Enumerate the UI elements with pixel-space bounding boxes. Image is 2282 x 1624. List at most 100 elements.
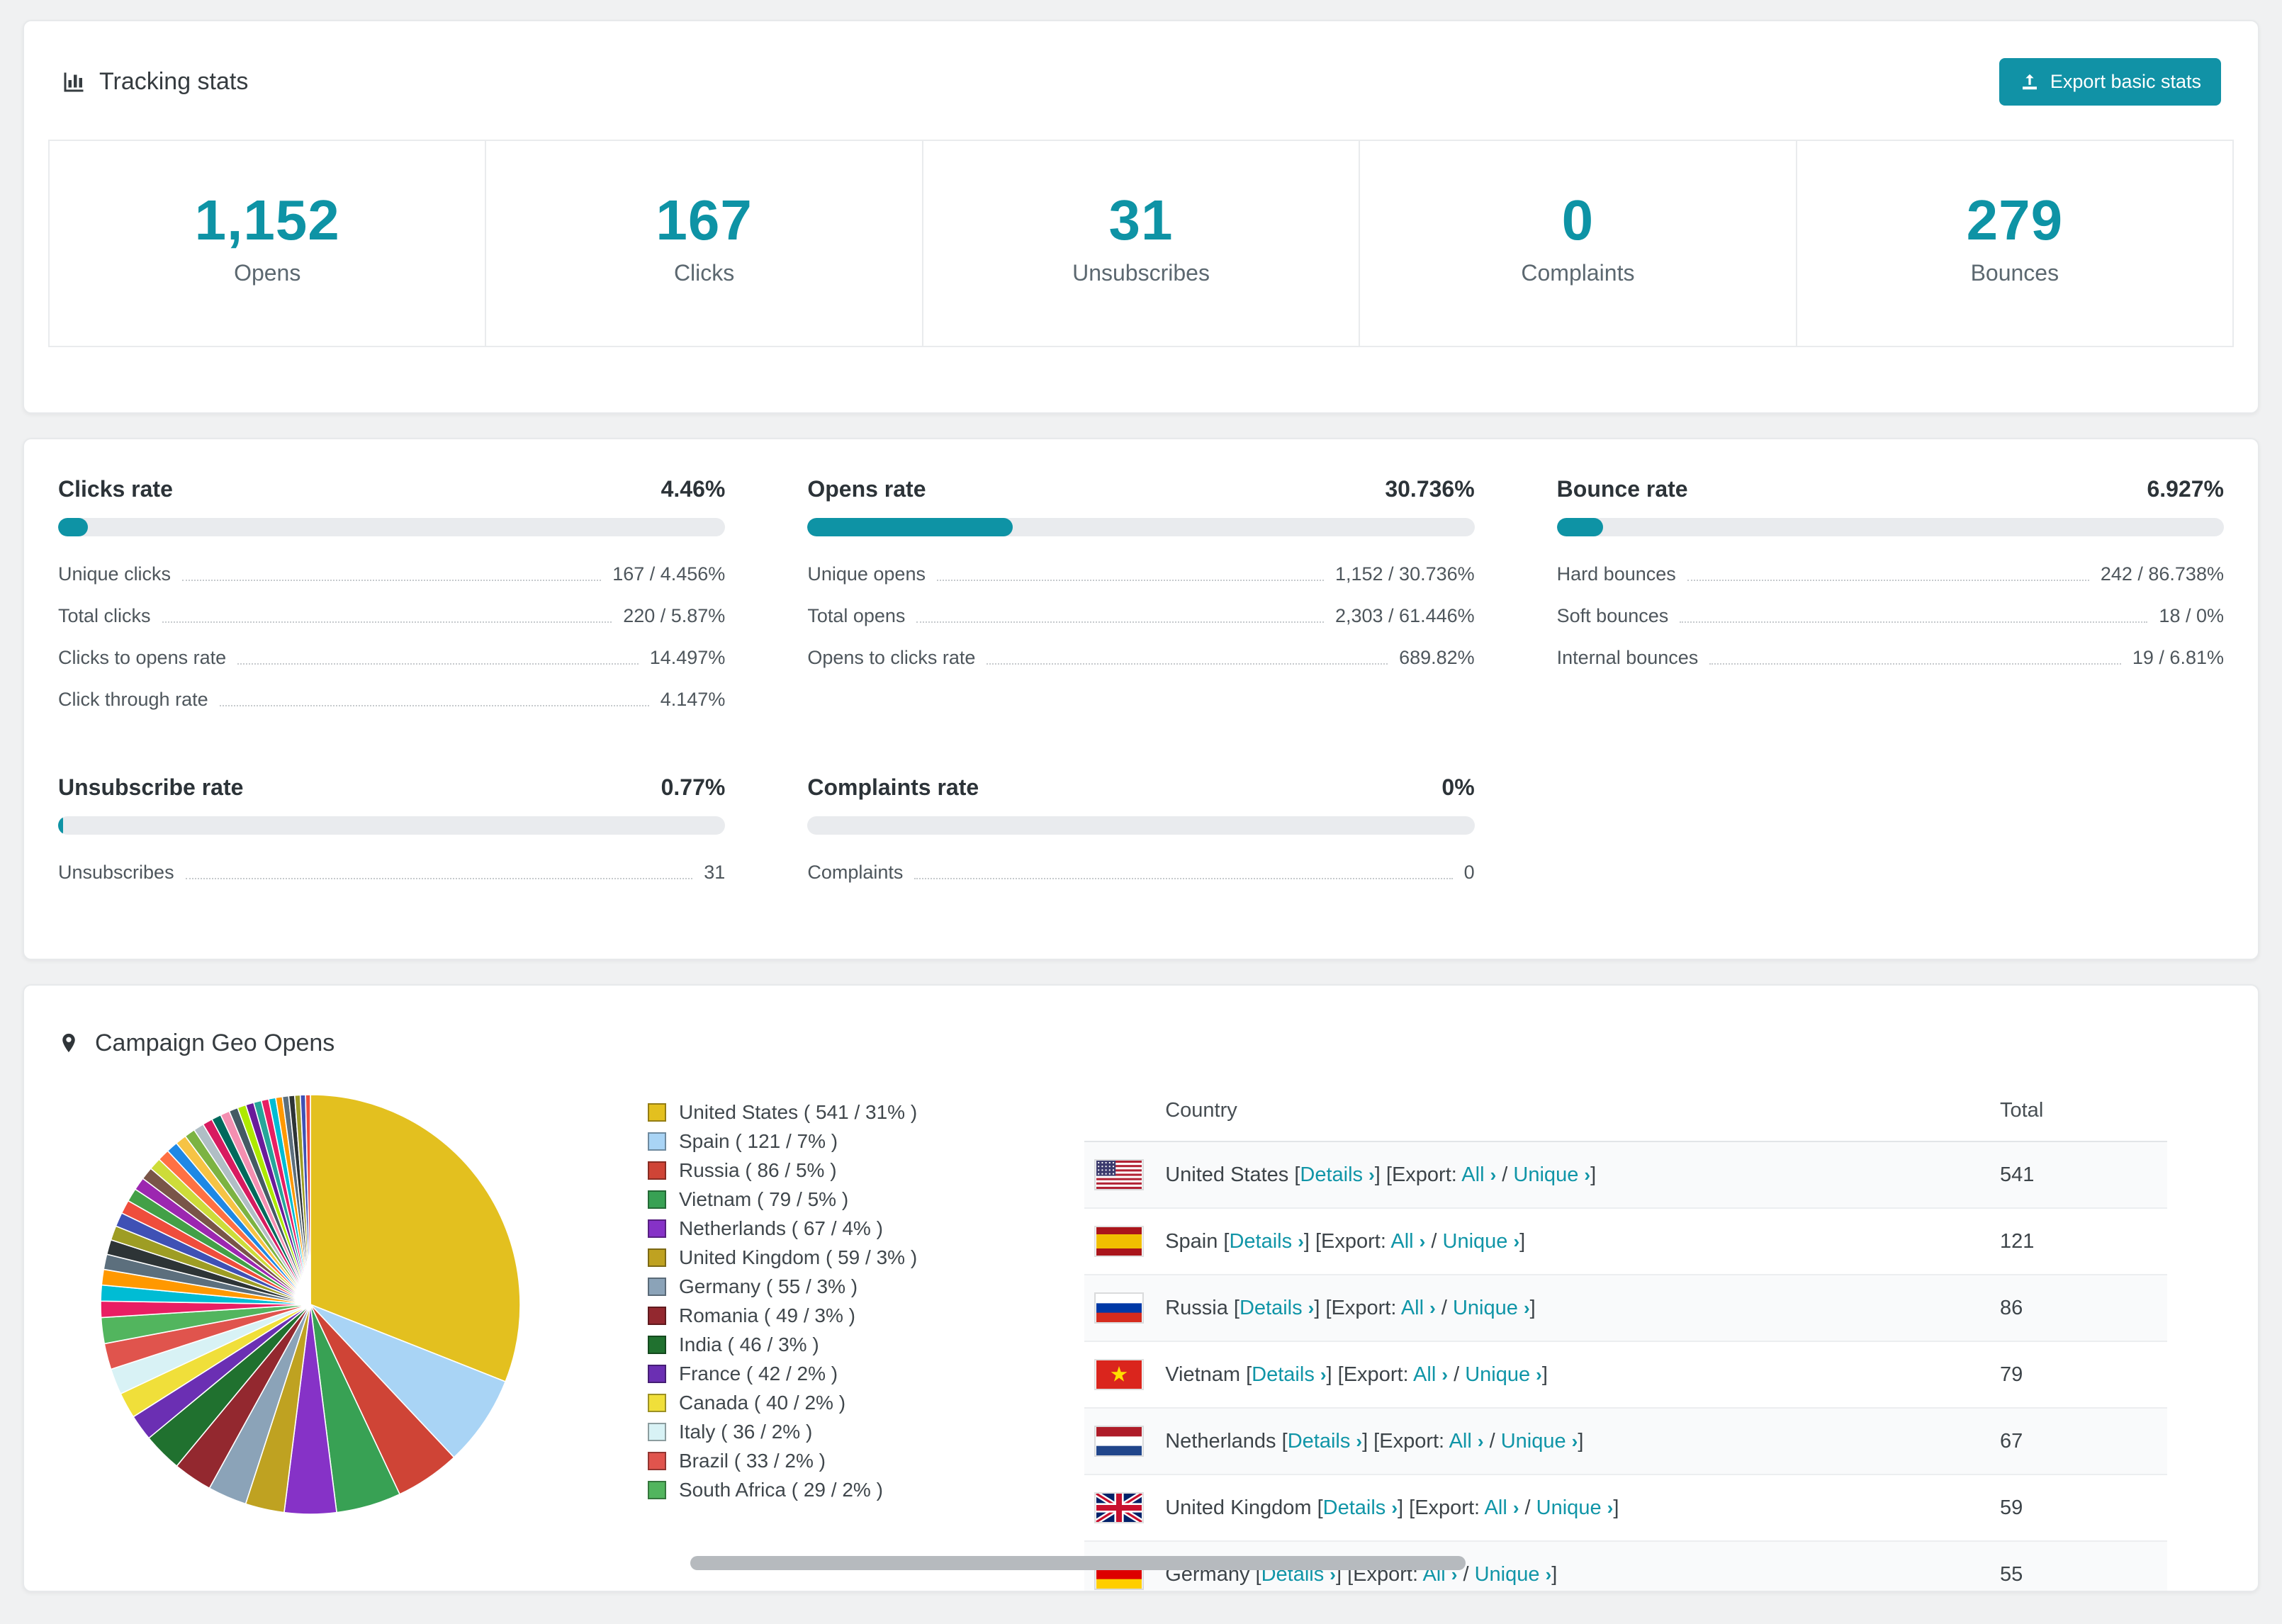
rate-value: 0.77%: [661, 774, 726, 800]
export-unique-link[interactable]: Unique ›: [1501, 1430, 1578, 1453]
rate-row-value: 242 / 86.738%: [2100, 563, 2224, 585]
stat-value: 0: [1561, 188, 1595, 252]
country-total: 67: [2000, 1429, 2023, 1453]
legend-item-brazil: Brazil ( 33 / 2% ): [648, 1446, 917, 1475]
geo-opens-table: Country Total United States [Details ›] …: [1084, 1078, 2167, 1591]
rate-block-head: Unsubscribe rate 0.77%: [58, 774, 725, 801]
legend-label: Romania ( 49 / 3% ): [679, 1304, 855, 1326]
details-link[interactable]: Details ›: [1240, 1297, 1314, 1319]
flag-icon-nl: [1094, 1426, 1145, 1457]
rate-title: Unsubscribe rate: [58, 774, 244, 800]
export-unique-link[interactable]: Unique ›: [1453, 1297, 1530, 1319]
rate-progress-fill: [807, 518, 1013, 536]
details-link[interactable]: Details ›: [1288, 1430, 1362, 1453]
legend-item-italy: Italy ( 36 / 2% ): [648, 1417, 917, 1446]
export-unique-link[interactable]: Unique ›: [1536, 1496, 1614, 1519]
export-unique-link[interactable]: Unique ›: [1475, 1563, 1552, 1586]
dotted-leader: [1687, 580, 2089, 581]
legend-label: Italy ( 36 / 2% ): [679, 1421, 813, 1443]
dotted-leader: [185, 878, 693, 879]
country-total: 59: [2000, 1496, 2023, 1519]
geo-table-row-united-states: United States [Details ›] [Export: All ›…: [1084, 1142, 2167, 1209]
stat-label: Bounces: [1970, 260, 2059, 286]
rate-row-value: 18 / 0%: [2159, 605, 2224, 626]
export-all-link[interactable]: All ›: [1461, 1163, 1496, 1186]
rate-row: Unique clicks 167 / 4.456%: [58, 553, 725, 595]
rate-row-label: Hard bounces: [1556, 563, 1676, 585]
country-column-header: Country: [1165, 1099, 1237, 1122]
rate-row: Unsubscribes 31: [58, 852, 725, 893]
rate-value: 30.736%: [1385, 476, 1475, 502]
chevron-right-icon: ›: [1545, 1563, 1552, 1585]
rate-row: Internal bounces 19 / 6.81%: [1557, 637, 2224, 679]
rate-title: Bounce rate: [1556, 476, 1688, 502]
rate-row-value: 1,152 / 30.736%: [1334, 563, 1475, 585]
country-cell: Vietnam [Details ›] [Export: All › / Uni…: [1165, 1363, 1548, 1386]
export-unique-link[interactable]: Unique ›: [1513, 1163, 1590, 1186]
export-all-link[interactable]: All ›: [1449, 1430, 1484, 1453]
rate-row: Opens to clicks rate 689.82%: [807, 637, 1474, 679]
rate-block-head: Bounce rate 6.927%: [1557, 476, 2224, 502]
rate-row-label: Total clicks: [58, 605, 151, 626]
chevron-right-icon: ›: [1512, 1496, 1519, 1518]
dotted-leader: [162, 621, 612, 623]
country-name: Vietnam: [1165, 1363, 1247, 1386]
rate-progress-fill: [58, 816, 64, 835]
country-total: 55: [2000, 1562, 2023, 1586]
legend-swatch: [648, 1422, 666, 1441]
bar-chart-icon: [61, 69, 86, 95]
rate-block-clicks-rate: Clicks rate 4.46% Unique clicks 167 / 4.456…: [58, 476, 726, 721]
rate-progress-bar: [1556, 518, 2224, 536]
details-link[interactable]: Details ›: [1229, 1230, 1303, 1253]
tracking-stats-page: Tracking stats Export basic stats 1,152 O…: [0, 0, 2282, 1624]
tracking-stats-title: Tracking stats: [61, 68, 248, 96]
rate-row-label: Total opens: [807, 605, 906, 626]
country-cell: United States [Details ›] [Export: All ›…: [1165, 1163, 1597, 1186]
geo-table-row-vietnam: Vietnam [Details ›] [Export: All › / Uni…: [1084, 1342, 2167, 1409]
horizontal-scrollbar[interactable]: [690, 1556, 1466, 1570]
export-unique-link[interactable]: Unique ›: [1443, 1230, 1520, 1253]
rate-row-value: 14.497%: [649, 647, 726, 668]
stat-value: 167: [656, 188, 753, 252]
flag-icon-us: [1094, 1159, 1145, 1190]
legend-item-india: India ( 46 / 3% ): [648, 1330, 917, 1359]
chevron-right-icon: ›: [1477, 1430, 1484, 1452]
legend-label: United States ( 541 / 31% ): [679, 1101, 918, 1123]
legend-item-spain: Spain ( 121 / 7% ): [648, 1127, 917, 1156]
export-all-link[interactable]: All ›: [1390, 1230, 1425, 1253]
export-basic-stats-button[interactable]: Export basic stats: [1999, 58, 2221, 106]
rate-progress-fill: [58, 518, 88, 536]
export-icon: [2019, 72, 2040, 93]
rate-row-value: 689.82%: [1399, 647, 1475, 668]
details-link[interactable]: Details ›: [1252, 1363, 1326, 1386]
legend-item-canada: Canada ( 40 / 2% ): [648, 1388, 917, 1417]
rate-row: Clicks to opens rate 14.497%: [58, 637, 725, 679]
rate-block-head: Opens rate 30.736%: [807, 476, 1474, 502]
rate-row-label: Soft bounces: [1556, 605, 1669, 626]
export-unique-link[interactable]: Unique ›: [1465, 1363, 1542, 1386]
country-name: United Kingdom: [1165, 1496, 1317, 1519]
export-all-link[interactable]: All ›: [1485, 1496, 1519, 1519]
rate-row: Hard bounces 242 / 86.738%: [1557, 553, 2224, 595]
dotted-leader: [219, 705, 649, 706]
rate-rows: Hard bounces 242 / 86.738% Soft bounces 18 …: [1557, 553, 2224, 679]
chevron-right-icon: ›: [1441, 1363, 1449, 1385]
dotted-leader: [182, 580, 602, 581]
details-link[interactable]: Details ›: [1300, 1163, 1374, 1186]
rate-row-label: Unique clicks: [58, 563, 172, 585]
geo-table-row-russia: Russia [Details ›] [Export: All › / Uniq…: [1084, 1275, 2167, 1342]
rate-value: 0%: [1441, 774, 1475, 800]
campaign-geo-opens-title: Campaign Geo Opens: [95, 1029, 335, 1056]
export-all-link[interactable]: All ›: [1413, 1363, 1448, 1386]
rate-row-label: Clicks to opens rate: [58, 647, 227, 668]
details-link[interactable]: Details ›: [1323, 1496, 1398, 1519]
rate-row-value: 2,303 / 61.446%: [1334, 605, 1475, 626]
legend-item-russia: Russia ( 86 / 5% ): [648, 1156, 917, 1185]
stat-complaints: 0 Complaints: [1360, 141, 1797, 346]
export-all-link[interactable]: All ›: [1401, 1297, 1436, 1319]
dotted-leader: [936, 580, 1324, 581]
dotted-leader: [1680, 621, 2148, 623]
legend-label: Russia ( 86 / 5% ): [679, 1159, 837, 1181]
stat-value: 31: [1108, 188, 1174, 252]
geo-opens-pie-svg: [100, 1094, 521, 1515]
